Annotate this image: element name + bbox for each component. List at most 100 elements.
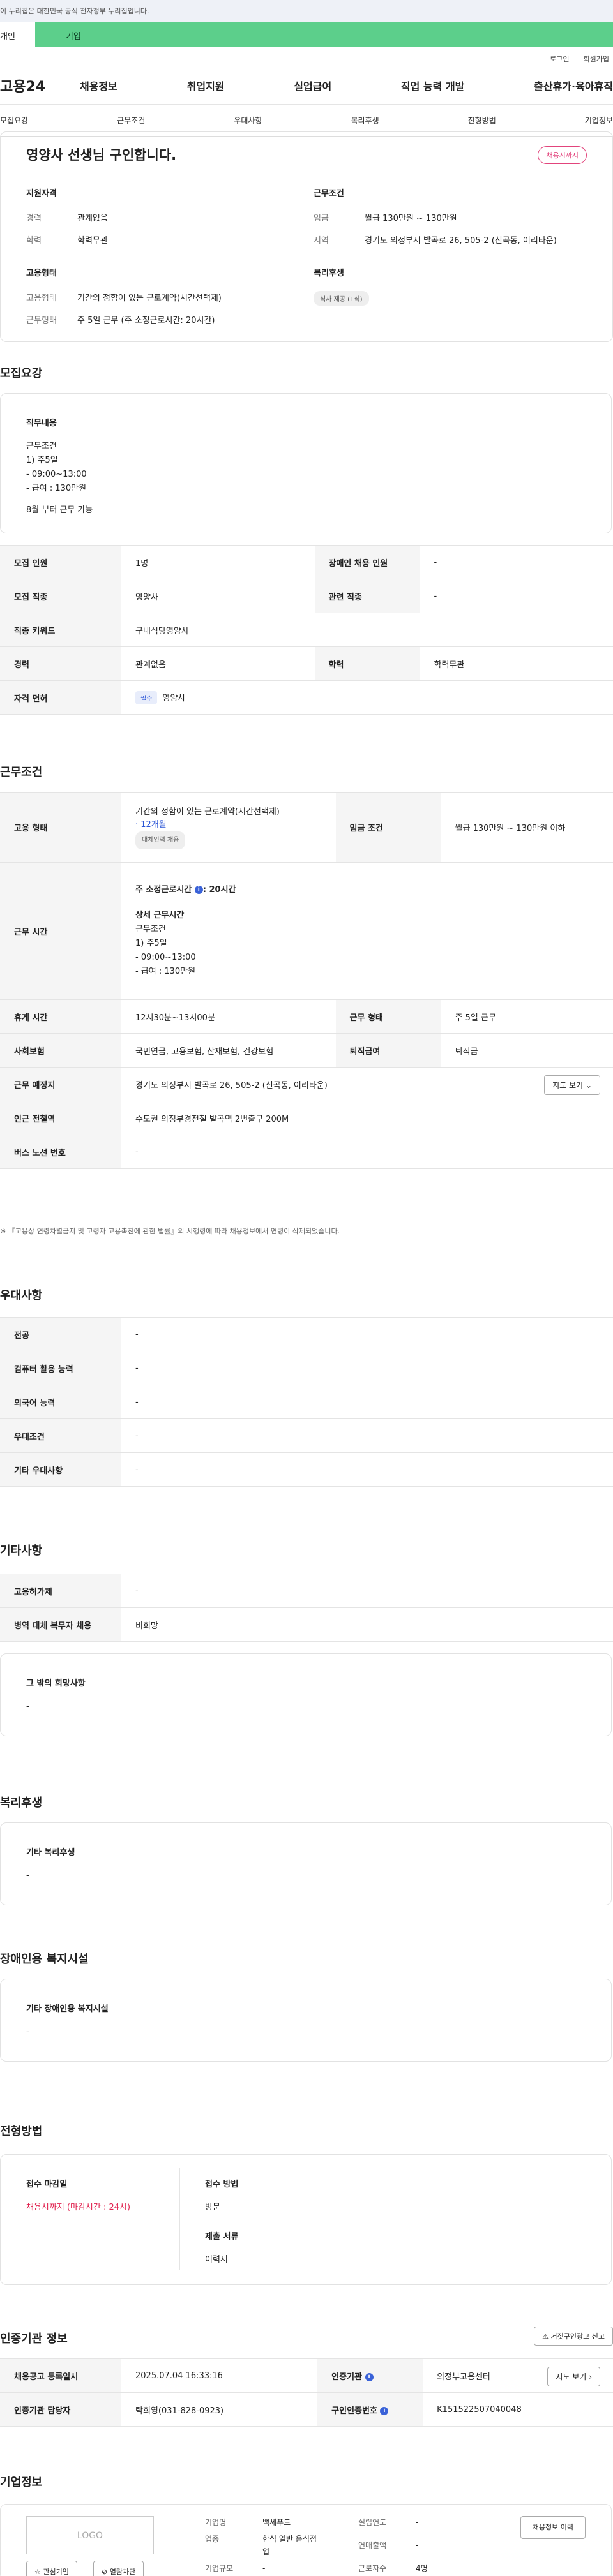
label: 기업규모: [205, 2562, 262, 2575]
site-logo[interactable]: 고용24: [0, 75, 80, 96]
block-label: 열람차단: [110, 2568, 135, 2576]
value: 경기도 의정부시 발곡로 26, 505-2 (신곡동, 이리타운): [365, 234, 557, 246]
section-title-etc: 기타사항: [0, 1542, 42, 1558]
value: -: [262, 2562, 265, 2575]
label: 휴게 시간: [0, 1000, 121, 1034]
recruit-table: 모집 인원1명장애인 채용 인원- 모집 직종영양사관련 직종- 직종 키워드구…: [0, 545, 613, 715]
value: 주 5일 근무: [441, 1000, 613, 1034]
section-title-company: 기업정보: [0, 2473, 42, 2490]
process-card: 접수 마감일 채용시까지 (마감시간 : 24시) 접수 방법 방문 제출 서류…: [0, 2154, 612, 2285]
block-view-button[interactable]: ⊘ 열람차단: [93, 2561, 144, 2576]
value: 업: [262, 2547, 269, 2556]
company-info-right: 설립연도- 연매출액- 근로자수4명: [358, 2516, 428, 2575]
label: 기업명: [205, 2516, 262, 2529]
duty-card: 직무내용 근무조건 1) 주5일 - 09:00~13:00 - 급여 : 13…: [0, 393, 612, 533]
utility-nav: 로그인 회원가입: [0, 47, 613, 66]
org-map-button[interactable]: 지도 보기 ›: [547, 2367, 600, 2386]
job-summary-card: 영양사 선생님 구인합니다. 채용시까지 지원자격 경력관계없음 학력학력무관 …: [0, 131, 613, 342]
label: 기타 우대사항: [0, 1453, 121, 1487]
value: -: [121, 1453, 613, 1487]
card-value: -: [26, 1700, 586, 1714]
hours-detail-heading: 상세 근무시간: [135, 909, 599, 923]
top-tabs: 개인 기업: [0, 22, 613, 47]
value: -: [416, 2539, 418, 2552]
label: 컴퓨터 활용 능력: [0, 1351, 121, 1385]
subnav-item[interactable]: 모집요강: [0, 115, 28, 126]
value: 경기도 의정부시 발곡로 26, 505-2 (신곡동, 이리타운): [135, 1081, 328, 1091]
subnav-item[interactable]: 우대사항: [234, 115, 262, 126]
value: -: [121, 1574, 613, 1608]
company-info-left: 기업명백세푸드 업종한식 일반 음식점업 기업규모-: [205, 2516, 345, 2575]
map-button[interactable]: 지도 보기 ⌄: [544, 1075, 600, 1095]
pref-table: 전공- 컴퓨터 활용 능력- 외국어 능력- 우대조건- 기타 우대사항-: [0, 1317, 613, 1487]
value: -: [121, 1351, 613, 1385]
deadline-block: 접수 마감일 채용시까지 (마감시간 : 24시): [26, 2178, 130, 2215]
label: 학력: [26, 234, 77, 246]
company-logo-placeholder: LOGO: [26, 2516, 154, 2554]
label: 직종 키워드: [0, 613, 121, 647]
section-title-work: 근무조건: [0, 763, 42, 780]
info-icon[interactable]: i: [365, 2373, 374, 2381]
favorite-company-button[interactable]: ☆ 관심기업: [26, 2561, 77, 2576]
qualification-heading: 지원자격: [26, 186, 294, 198]
tab-corporate[interactable]: 기업: [35, 22, 613, 47]
section-title-cert: 인증기관 정보: [0, 2330, 68, 2346]
subnav-item[interactable]: 전형방법: [468, 115, 496, 126]
duty-line: 1) 주5일: [26, 454, 586, 468]
welfare-heading: 복리후생: [314, 266, 369, 278]
work-table: 고용 형태 기간의 정함이 있는 근로계약(시간선택제)· 12개월대체인력 채…: [0, 792, 613, 1169]
benefit-card: 기타 복리후생 -: [0, 1822, 612, 1905]
section-title-pref: 우대사항: [0, 1286, 42, 1303]
other-wishes-card: 그 밖의 희망사항 -: [0, 1653, 612, 1736]
value: 12시30분~13시00분: [121, 1000, 336, 1034]
label: 구인인증번호: [331, 2406, 377, 2416]
value: 4명: [416, 2562, 428, 2575]
info-icon[interactable]: i: [380, 2407, 388, 2415]
required-tag: 필수: [135, 691, 157, 704]
gnb-item[interactable]: 실업급여: [294, 78, 331, 93]
value: 영양사: [121, 579, 315, 613]
label: 모집 직종: [0, 579, 121, 613]
label: 근무형태: [26, 313, 77, 325]
label: 채용공고 등록일시: [0, 2359, 121, 2393]
card-heading: 기타 복리후생: [26, 1846, 586, 1860]
login-link[interactable]: 로그인: [550, 54, 569, 66]
label: 근로자수: [358, 2562, 416, 2575]
gnb-item[interactable]: 출산휴가·육아휴직: [534, 78, 613, 93]
conditions-heading: 근무조건: [314, 186, 594, 198]
subnav-item[interactable]: 복리후생: [351, 115, 379, 126]
hours-line: - 09:00~13:00: [135, 951, 599, 965]
value: -: [121, 1385, 613, 1419]
label: 근무 시간: [0, 863, 121, 1000]
value: 구내식당영양사: [121, 613, 613, 647]
duty-line: - 급여 : 130만원: [26, 482, 586, 496]
value: 학력무관: [77, 234, 108, 246]
duty-line: 8월 부터 근무 가능: [26, 503, 586, 517]
value: 2025.07.04 16:33:16: [121, 2359, 317, 2393]
label: 임금 조건: [336, 793, 441, 863]
card-heading: 기타 장애인용 복지시설: [26, 2002, 586, 2016]
hours-value-text: : 20시간: [203, 885, 236, 895]
section-title-recruit: 모집요강: [0, 364, 42, 381]
gnb-item[interactable]: 채용정보: [80, 78, 117, 93]
subnav-item[interactable]: 근무조건: [117, 115, 145, 126]
value: 백세푸드: [262, 2516, 291, 2529]
global-nav: 고용24 채용정보 취업지원 실업급여 직업 능력 개발 출산휴가·육아휴직: [0, 66, 613, 105]
join-link[interactable]: 회원가입: [584, 54, 609, 66]
false-ad-report-button[interactable]: ⚠ 거짓구인광고 신고: [534, 2327, 613, 2346]
subnav-item[interactable]: 기업정보: [585, 115, 613, 126]
info-icon[interactable]: i: [195, 886, 203, 894]
label: 우대조건: [0, 1419, 121, 1453]
map-button-label: 지도 보기: [556, 2372, 586, 2381]
hours-line: - 급여 : 130만원: [135, 965, 599, 979]
value: 영양사: [162, 694, 185, 703]
gnb-item[interactable]: 취업지원: [187, 78, 225, 93]
employment-block: 고용형태 고용형태기간의 정함이 있는 근로계약(시간선택제) 근무형태주 5일…: [26, 266, 307, 336]
gnb-item[interactable]: 직업 능력 개발: [401, 78, 464, 93]
chevron-down-icon: ⌄: [586, 1081, 592, 1090]
value: -: [121, 1135, 613, 1169]
tab-individual[interactable]: 개인: [0, 22, 35, 47]
label: 근무 예정지: [0, 1068, 121, 1101]
hours-main: 주 소정근로시간: [135, 885, 192, 895]
job-history-button[interactable]: 채용정보 이력: [520, 2516, 586, 2539]
